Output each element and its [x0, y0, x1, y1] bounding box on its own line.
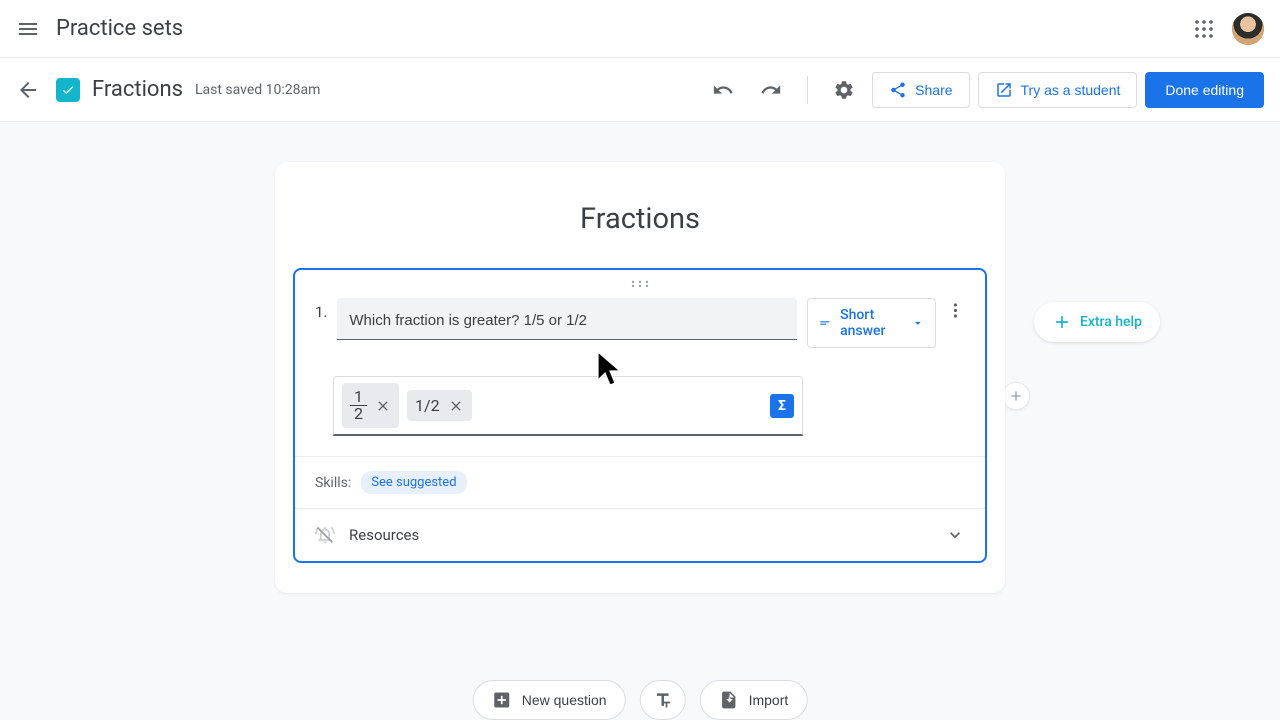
extra-help-label: Extra help	[1080, 314, 1142, 330]
question-card: 1. Short answer	[293, 268, 987, 563]
fraction-denominator: 2	[350, 406, 367, 422]
editor-canvas: Extra help Fractions 1. Short answer	[0, 122, 1280, 720]
menu-icon[interactable]	[16, 17, 40, 41]
separator	[807, 76, 808, 104]
document-title[interactable]: Fractions	[92, 77, 183, 102]
answer-input[interactable]: 1 2 1/2 Σ	[333, 376, 803, 436]
skills-row: Skills: See suggested	[295, 456, 985, 508]
share-label: Share	[915, 82, 952, 98]
try-student-label: Try as a student	[1021, 82, 1121, 98]
answer-chip-fraction: 1 2	[342, 383, 399, 428]
new-question-button[interactable]: New question	[473, 680, 626, 720]
avatar[interactable]	[1232, 13, 1264, 45]
undo-button[interactable]	[703, 70, 743, 110]
redo-button[interactable]	[751, 70, 791, 110]
done-editing-button[interactable]: Done editing	[1145, 72, 1264, 108]
caret-down-icon	[911, 314, 925, 332]
app-title: Practice sets	[56, 16, 183, 41]
resources-row[interactable]: Resources	[295, 508, 985, 561]
save-status: Last saved 10:28am	[195, 82, 320, 98]
question-type-dropdown[interactable]: Short answer	[807, 298, 936, 348]
apps-grid-icon[interactable]	[1192, 17, 1216, 41]
top-bar: Practice sets	[0, 0, 1280, 58]
add-question-circle[interactable]	[1002, 382, 1030, 410]
back-arrow-icon[interactable]	[16, 78, 40, 102]
new-question-label: New question	[522, 692, 607, 708]
question-text-input[interactable]	[337, 298, 797, 340]
resources-label: Resources	[349, 526, 931, 544]
chevron-down-icon	[945, 525, 965, 545]
practice-set-card: Fractions 1. Short answer	[275, 162, 1005, 593]
chip-remove-icon[interactable]	[375, 398, 391, 414]
skills-label: Skills:	[315, 475, 351, 491]
drag-handle-icon[interactable]	[628, 278, 652, 290]
try-as-student-button[interactable]: Try as a student	[978, 72, 1138, 108]
import-button[interactable]: Import	[700, 680, 808, 720]
import-label: Import	[749, 692, 789, 708]
answer-chip-text: 1/2	[407, 390, 472, 421]
resources-icon	[315, 525, 335, 545]
document-bar: Fractions Last saved 10:28am Share Try a…	[0, 58, 1280, 122]
practice-set-title[interactable]: Fractions	[275, 162, 1005, 268]
question-number: 1.	[315, 298, 327, 321]
settings-button[interactable]	[824, 70, 864, 110]
question-type-label: Short answer	[840, 307, 903, 339]
text-format-button[interactable]	[640, 680, 686, 720]
equation-editor-button[interactable]: Σ	[770, 394, 794, 418]
share-button[interactable]: Share	[872, 72, 969, 108]
extra-help-button[interactable]: Extra help	[1034, 302, 1160, 342]
doc-badge-icon	[56, 78, 80, 102]
bottom-toolbar: New question Import	[473, 664, 808, 720]
more-options-icon[interactable]	[946, 298, 965, 322]
chip-remove-icon[interactable]	[448, 398, 464, 414]
see-suggested-chip[interactable]: See suggested	[361, 471, 466, 494]
chip-text: 1/2	[415, 396, 440, 415]
